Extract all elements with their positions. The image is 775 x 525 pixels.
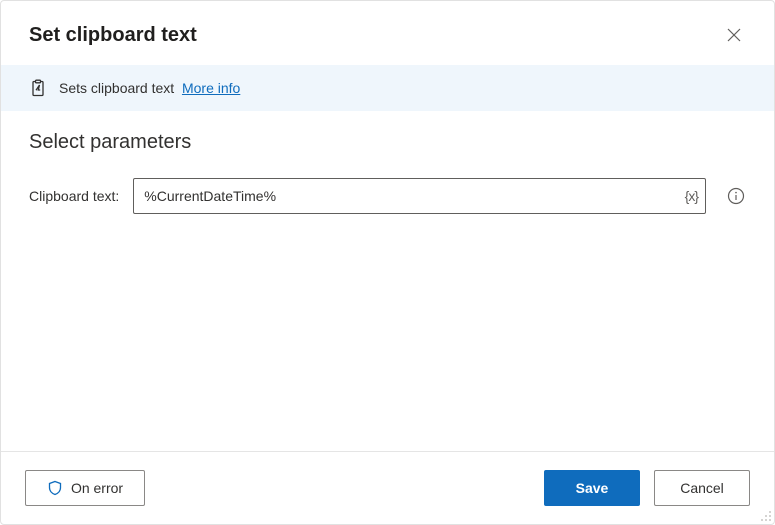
on-error-button[interactable]: On error (25, 470, 145, 506)
dialog-header: Set clipboard text (1, 1, 774, 65)
resize-grip[interactable] (760, 510, 772, 522)
info-icon (727, 187, 745, 205)
close-icon (727, 28, 741, 42)
banner-description: Sets clipboard text (59, 80, 174, 96)
clipboard-text-input-group: {x} (133, 178, 706, 214)
banner-text: Sets clipboard text More info (59, 80, 240, 96)
clipboard-text-info-button[interactable] (726, 186, 746, 206)
cancel-label: Cancel (680, 480, 724, 496)
cancel-button[interactable]: Cancel (654, 470, 750, 506)
shield-icon (47, 480, 63, 496)
section-heading: Select parameters (29, 131, 746, 154)
param-row-clipboard-text: Clipboard text: {x} (29, 178, 746, 214)
save-button[interactable]: Save (544, 470, 640, 506)
insert-variable-button[interactable]: {x} (685, 188, 698, 204)
dialog-footer: On error Save Cancel (1, 451, 774, 524)
clipboard-icon (29, 79, 47, 97)
save-label: Save (576, 480, 609, 496)
dialog-body: Select parameters Clipboard text: {x} (1, 111, 774, 451)
dialog-title: Set clipboard text (29, 24, 197, 47)
clipboard-text-label: Clipboard text: (29, 188, 119, 204)
close-button[interactable] (718, 19, 750, 51)
on-error-label: On error (71, 480, 123, 496)
more-info-link[interactable]: More info (182, 80, 240, 96)
clipboard-text-input[interactable] (133, 178, 706, 214)
info-banner: Sets clipboard text More info (1, 65, 774, 111)
dialog: Set clipboard text Sets clipboard text M… (0, 0, 775, 525)
